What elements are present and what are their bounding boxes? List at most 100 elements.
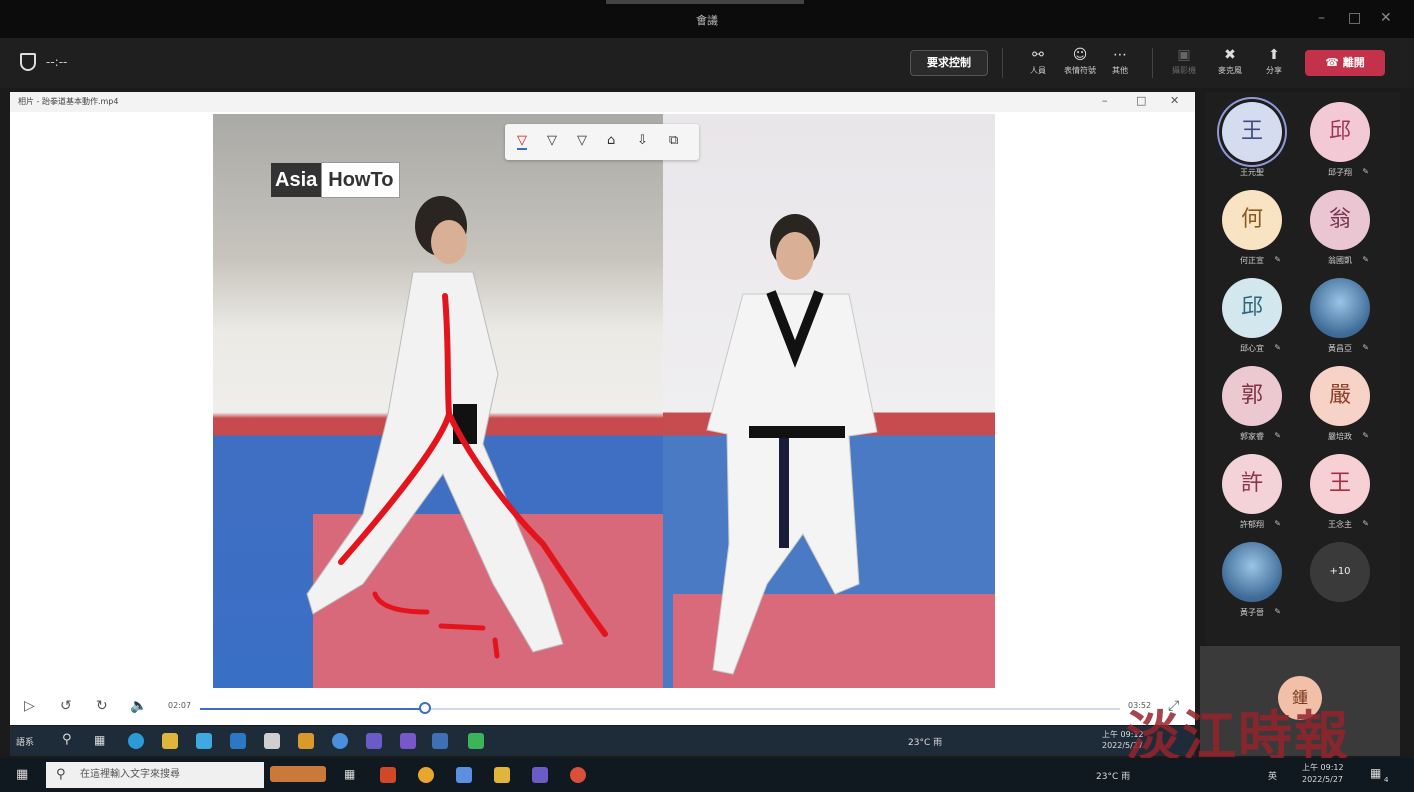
mic-off-icon: ✖ — [1224, 47, 1236, 63]
camera-button[interactable]: ▣ 攝影機 — [1164, 45, 1204, 76]
mic-muted-icon: ✎ — [1362, 431, 1369, 440]
shield-icon[interactable] — [20, 53, 36, 71]
participant-name: 邱子翔 — [1328, 168, 1352, 177]
avatar: 王 — [1310, 454, 1370, 514]
participant-tile[interactable]: 邱邱心宜 ✎ — [1209, 278, 1295, 354]
black-pen-icon[interactable]: ▽ — [547, 133, 557, 148]
clock-time[interactable]: 上午 09:12 — [1302, 762, 1344, 773]
search-icon[interactable]: ⚲ — [62, 732, 72, 747]
participant-tile[interactable]: 黃昌亞 ✎ — [1297, 278, 1383, 354]
search-placeholder: 在這裡輸入文字來搜尋 — [80, 769, 180, 780]
more-label: 其他 — [1112, 66, 1128, 75]
player-maximize-button[interactable]: □ — [1136, 94, 1146, 107]
leave-button[interactable]: ☎ 離開 — [1305, 50, 1385, 76]
ime-indicator: 語系 — [16, 738, 35, 748]
more-participants-button[interactable]: +10 — [1297, 542, 1383, 602]
onenote-icon[interactable] — [400, 733, 416, 749]
mic-button[interactable]: ✖ 麥克風 — [1210, 45, 1250, 76]
seek-bar[interactable] — [200, 702, 1120, 714]
file-explorer-icon[interactable] — [494, 767, 510, 783]
share-icon: ⬆ — [1268, 47, 1280, 63]
participant-tile[interactable]: 嚴嚴培政 ✎ — [1297, 366, 1383, 442]
request-control-button[interactable]: 要求控制 — [910, 50, 988, 76]
mail-icon[interactable] — [230, 733, 246, 749]
participant-tile[interactable]: 王王元聖 — [1209, 102, 1295, 178]
minimize-button[interactable]: – — [1318, 10, 1325, 26]
powerpoint-icon[interactable] — [380, 767, 396, 783]
mic-muted-icon: ✎ — [1274, 343, 1281, 352]
notification-icon[interactable]: ▦ — [1370, 766, 1381, 780]
participant-tile[interactable]: 翁翁國凱 ✎ — [1297, 190, 1383, 266]
people-button[interactable]: ⚯ 人員 — [1018, 45, 1058, 76]
meeting-toolbar: --:-- 要求控制 ⚯ 人員 ☺ 表情符號 ⋯ 其他 ▣ 攝影機 ✖ 麥克風 … — [0, 38, 1414, 88]
media-icon[interactable] — [298, 733, 314, 749]
player-titlebar: 相片 - 跆拳道基本動作.mp4 – □ ✕ — [10, 92, 1195, 112]
close-button[interactable]: ✕ — [1380, 10, 1392, 26]
window-title: 會議 — [696, 14, 718, 27]
avatar: 邱 — [1222, 278, 1282, 338]
weather-status: 23°C 雨 — [908, 738, 943, 748]
edge-icon[interactable] — [128, 733, 144, 749]
red-pen-icon[interactable]: ▽ — [517, 133, 527, 150]
share-button[interactable]: ⬆ 分享 — [1254, 45, 1294, 76]
volume-icon[interactable]: 🔈 — [130, 698, 147, 714]
player-minimize-button[interactable]: – — [1102, 94, 1108, 107]
play-icon[interactable]: ▷ — [24, 698, 35, 714]
participant-tile[interactable]: 王王念主 ✎ — [1297, 454, 1383, 530]
meeting-timer: --:-- — [46, 55, 68, 69]
desktop-screen: 會議 – □ ✕ --:-- 要求控制 ⚯ 人員 ☺ 表情符號 ⋯ 其他 ▣ 攝… — [0, 0, 1414, 792]
seek-progress — [200, 708, 426, 710]
photos-icon[interactable] — [432, 733, 448, 749]
avatar: 邱 — [1310, 102, 1370, 162]
shared-screen-taskbar: 語系 ⚲ ▦ 23°C 雨 上午 09:12 2022/5/27 — [10, 726, 1195, 756]
app-icon[interactable] — [570, 767, 586, 783]
chrome-icon[interactable] — [418, 767, 434, 783]
security-icon[interactable] — [264, 733, 280, 749]
task-view-icon[interactable]: ▦ — [94, 733, 105, 747]
participant-tile[interactable]: 何何正宣 ✎ — [1209, 190, 1295, 266]
player-close-button[interactable]: ✕ — [1170, 94, 1179, 107]
annotation-ink — [338, 293, 608, 659]
forward-icon[interactable]: ↻ — [96, 698, 108, 714]
participant-tile[interactable]: 郭郭家睿 ✎ — [1209, 366, 1295, 442]
windows-taskbar: ▦ ⚲ 在這裡輸入文字來搜尋 ▦ 23°C 雨 英 上午 09:12 2022/… — [0, 758, 1414, 792]
eraser-icon[interactable]: ⌂ — [607, 133, 615, 148]
seek-thumb[interactable] — [419, 702, 432, 714]
rewind-icon[interactable]: ↺ — [60, 698, 72, 714]
store-icon[interactable] — [196, 733, 212, 749]
clock-date[interactable]: 2022/5/27 — [1302, 775, 1343, 784]
emoji-icon: ☺ — [1072, 47, 1088, 63]
more-button[interactable]: ⋯ 其他 — [1100, 45, 1140, 76]
notes-icon[interactable] — [456, 767, 472, 783]
chrome-icon[interactable] — [332, 733, 348, 749]
avatar: 王 — [1222, 102, 1282, 162]
pen-toolbar: ▽ ▽ ▽ ⌂ ⇩ ⧉ — [505, 124, 699, 160]
participant-tile[interactable]: 黃子晉 ✎ — [1209, 542, 1295, 618]
copy-icon[interactable]: ⧉ — [669, 133, 678, 148]
maximize-button[interactable]: □ — [1348, 10, 1361, 26]
highlighter-icon[interactable]: ▽ — [577, 133, 587, 148]
task-view-icon[interactable]: ▦ — [344, 767, 355, 781]
participant-name: 許郁翔 — [1240, 520, 1264, 529]
participant-tile[interactable]: 許許郁翔 ✎ — [1209, 454, 1295, 530]
avatar — [1310, 278, 1370, 338]
teams-icon[interactable] — [532, 767, 548, 783]
mic-muted-icon: ✎ — [1362, 343, 1369, 352]
video-frame[interactable]: Asia HowTo ▽ ▽ ▽ ⌂ ⇩ ⧉ — [213, 114, 995, 688]
front-stance-figure — [706, 214, 878, 675]
phone-hangup-icon: ☎ — [1325, 56, 1339, 69]
participants-panel: 王王元聖邱邱子翔 ✎ 何何正宣 ✎ 翁翁國凱 ✎ 邱邱心宜 ✎ 黃昌亞 ✎ 郭郭家睿 ✎ 嚴… — [1205, 92, 1400, 645]
video-player-window: 相片 - 跆拳道基本動作.mp4 – □ ✕ Asia HowTo ▽ ▽ ▽ … — [10, 92, 1195, 725]
participant-tile[interactable]: 邱邱子翔 ✎ — [1297, 102, 1383, 178]
touch-writing-icon[interactable]: ⇩ — [637, 133, 648, 148]
taskbar-banner-icon[interactable] — [270, 766, 326, 782]
avatar: 許 — [1222, 454, 1282, 514]
reactions-button[interactable]: ☺ 表情符號 — [1060, 45, 1100, 76]
ime-indicator[interactable]: 英 — [1268, 769, 1277, 782]
file-explorer-icon[interactable] — [162, 733, 178, 749]
teams-icon[interactable] — [366, 733, 382, 749]
taskbar-search-box[interactable]: ⚲ 在這裡輸入文字來搜尋 — [46, 762, 264, 788]
line-icon[interactable] — [468, 733, 484, 749]
participant-name: 黃子晉 — [1240, 608, 1264, 617]
windows-start-icon[interactable]: ▦ — [16, 767, 28, 782]
